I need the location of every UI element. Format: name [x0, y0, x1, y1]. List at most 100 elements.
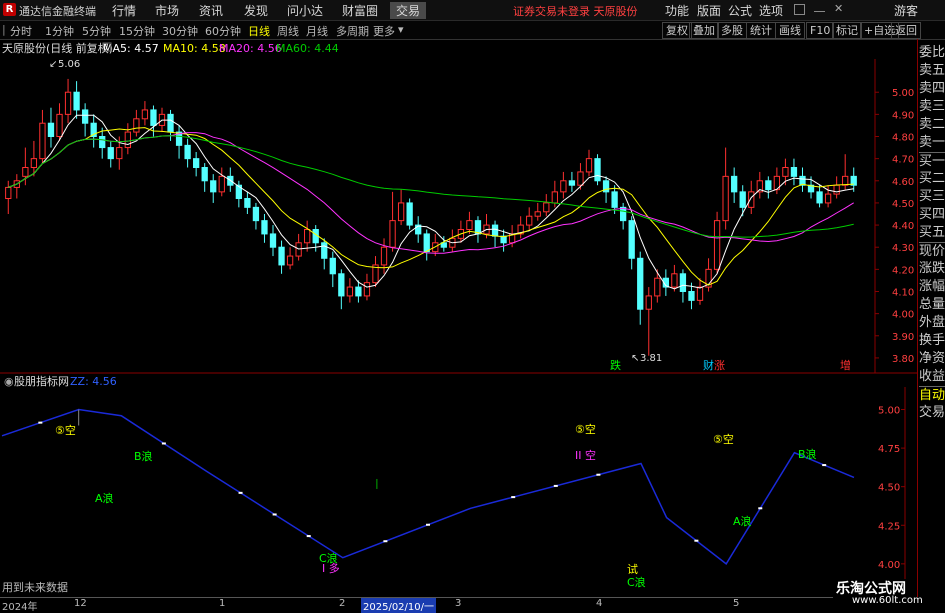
indicator-dot [426, 523, 430, 526]
indicator-dot [553, 484, 558, 487]
event-marker-finance[interactable]: 财 [703, 358, 714, 372]
adjust-button[interactable]: 复权 [662, 22, 692, 39]
app-logo-icon: R [3, 3, 16, 16]
y-tick-label: 3.80 [892, 354, 914, 365]
statistics-button[interactable]: 统计 [746, 22, 776, 39]
ma60-legend: MA60: 4.44 [276, 42, 339, 55]
indicator-dot [238, 491, 243, 494]
candle-body [363, 282, 371, 297]
overlay-button[interactable]: 叠加 [689, 22, 719, 39]
quote-field-6: 买一 [919, 152, 945, 169]
candle-body [244, 198, 251, 208]
user-guest[interactable]: 游客 [894, 2, 918, 19]
trade-login-status: 证券交易未登录 天原股份 [513, 5, 638, 18]
y-tick-label: 4.10 [892, 288, 914, 299]
menu-item-trade[interactable]: 交易 [390, 2, 427, 19]
tab-monthly[interactable]: 月线 [306, 23, 328, 39]
indicator-dot [38, 421, 43, 424]
candle-body [321, 242, 328, 259]
menu-item-quotes[interactable]: 行情 [112, 2, 136, 19]
tab-1min[interactable]: 1分钟 [45, 23, 74, 39]
wave-label: B浪 [134, 449, 153, 463]
indicator-dot [822, 464, 827, 467]
candle-body [722, 175, 729, 222]
window-minimize-icon[interactable] [814, 4, 825, 12]
candle-body [193, 158, 200, 169]
time-axis[interactable]: 2024年 12 1 2 2025/02/10/一 3 4 5 [0, 597, 917, 613]
candle-body [22, 167, 29, 177]
tab-timeshare[interactable]: 分时 [10, 23, 32, 39]
candle-body [620, 206, 627, 222]
event-marker-rise[interactable]: 涨 [714, 359, 725, 372]
watermark-url: www.60lt.com [852, 595, 923, 606]
y-tick-label: 4.00 [892, 310, 914, 321]
tab-15min[interactable]: 15分钟 [119, 23, 155, 39]
candle-body [116, 147, 123, 160]
quote-field-17: 净资 [919, 351, 945, 366]
draw-line-button[interactable]: 画线 [775, 22, 805, 39]
more-dropdown-icon[interactable]: ▾ [398, 23, 404, 36]
tab-5min[interactable]: 5分钟 [82, 23, 111, 39]
chart-area[interactable]: 天原股份(日线 前复权) MA5: 4.57 MA10: 4.58 MA20: … [0, 39, 917, 597]
wave-label: 试 [627, 563, 638, 576]
quote-field-8: 买三 [919, 189, 945, 204]
menu-item-function[interactable]: 功能 [665, 2, 689, 19]
tab-multi-period[interactable]: 多周期 [336, 23, 369, 39]
y-tick-label: 4.50 [892, 199, 914, 210]
tab-more[interactable]: 更多 [373, 23, 395, 39]
multi-stock-button[interactable]: 多股 [717, 22, 747, 39]
quote-field-10: 买五 [919, 225, 945, 240]
menu-item-formula[interactable]: 公式 [728, 2, 752, 19]
wave-label: ⑤空 [575, 422, 596, 436]
quote-field-20[interactable]: 交易 [919, 404, 945, 421]
time-label: 5 [733, 598, 740, 609]
candle-body [355, 286, 362, 297]
y-tick-label: 4.30 [892, 243, 914, 254]
f10-button[interactable]: F10 [806, 22, 835, 39]
candle-body [824, 193, 832, 204]
menu-item-news[interactable]: 资讯 [199, 2, 223, 19]
indicator-dot [758, 507, 763, 510]
menu-item-options[interactable]: 选项 [759, 2, 783, 19]
event-marker-increase[interactable]: 增 [840, 358, 851, 372]
menu-item-wealth[interactable]: 财富圈 [342, 2, 378, 19]
quote-field-3: 卖三 [919, 99, 945, 114]
candle-body [790, 167, 798, 177]
main-chart-title: 天原股份(日线 前复权) [2, 41, 113, 55]
quote-field-4: 卖二 [919, 117, 945, 132]
tab-60min[interactable]: 60分钟 [205, 23, 241, 39]
high-price-label: 5.06 [58, 59, 80, 70]
event-marker-drop[interactable]: 跌 [610, 358, 621, 372]
candle-body [56, 113, 63, 137]
indicator-dot [511, 496, 516, 499]
quote-field-19[interactable]: 自动 [919, 386, 945, 404]
menu-item-ask[interactable]: 问小达 [287, 2, 323, 19]
tab-weekly[interactable]: 周线 [277, 23, 299, 39]
candle-body [73, 91, 80, 111]
time-label: 12 [74, 598, 87, 609]
sub-chart-toggle-icon[interactable]: ◉ [4, 375, 14, 388]
candle-body [380, 246, 388, 266]
candle-body [739, 191, 746, 208]
candle-body [124, 131, 131, 149]
candle-body [389, 220, 396, 248]
tab-daily[interactable]: 日线 [248, 23, 270, 39]
candle-body [534, 211, 541, 217]
quote-field-15: 外盘 [919, 315, 945, 330]
candle-body [713, 220, 721, 270]
menu-item-market[interactable]: 市场 [155, 2, 179, 19]
back-button[interactable]: 返回 [891, 22, 921, 39]
menu-item-layout[interactable]: 版面 [697, 2, 721, 19]
menu-item-discover[interactable]: 发现 [244, 2, 268, 19]
candle-body [346, 286, 354, 297]
mark-button[interactable]: 标记 [832, 22, 862, 39]
candle-body [688, 291, 695, 301]
candle-body [99, 136, 106, 149]
candle-body [184, 144, 191, 160]
y-tick-label: 3.90 [892, 332, 914, 343]
window-restore-icon[interactable] [794, 4, 805, 15]
tab-30min[interactable]: 30分钟 [162, 23, 198, 39]
window-close-icon[interactable]: ✕ [834, 3, 845, 14]
candle-body [150, 109, 157, 126]
y-tick-label: 4.60 [892, 177, 914, 188]
